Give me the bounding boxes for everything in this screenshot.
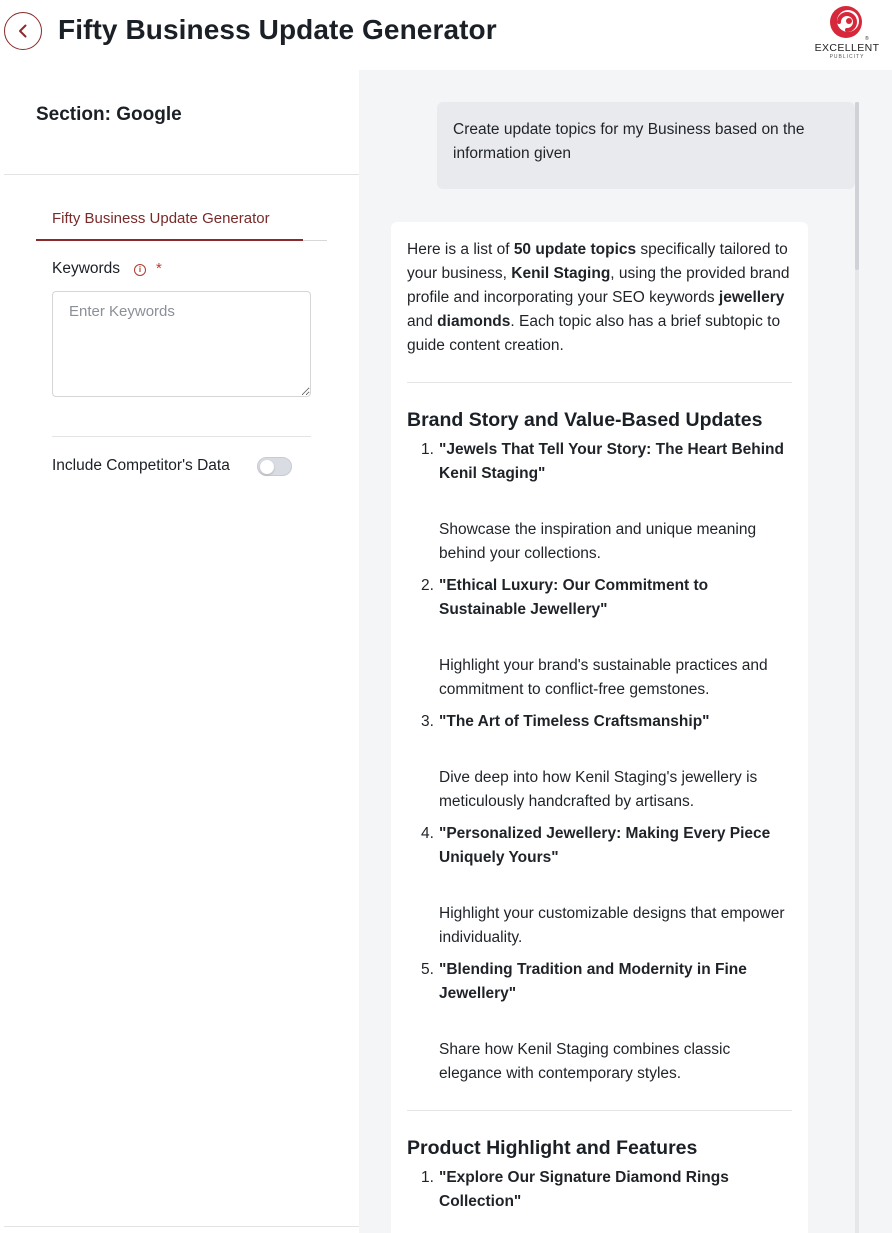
intro-emphasis: diamonds xyxy=(437,313,511,330)
topic-item: 2. "Ethical Luxury: Our Commitment to Sus… xyxy=(407,574,792,702)
scrollbar-thumb[interactable] xyxy=(855,102,859,270)
chevron-left-icon xyxy=(19,24,27,38)
scrollbar-track[interactable] xyxy=(855,102,859,1233)
required-marker: * xyxy=(156,260,162,277)
competitor-data-toggle[interactable] xyxy=(257,457,292,476)
user-message: Create update topics for my Business bas… xyxy=(437,102,855,189)
intro-emphasis: jewellery xyxy=(718,289,785,306)
topic-title: "The Art of Timeless Craftsmanship" xyxy=(439,713,710,730)
brand-logo: ® EXCELLENT PUBLICITY xyxy=(808,4,886,60)
svg-text:®: ® xyxy=(865,35,869,42)
logo-tagline: PUBLICITY xyxy=(829,54,865,60)
divider xyxy=(407,1110,792,1111)
assistant-response: Here is a list of 50 update topics speci… xyxy=(391,222,808,1233)
tab-label: Fifty Business Update Generator xyxy=(52,210,270,227)
page-title: Fifty Business Update Generator xyxy=(58,14,497,45)
topic-title: "Personalized Jewellery: Making Every Pi… xyxy=(439,825,771,866)
topic-item: 3. "The Art of Timeless Craftsmanship" Div… xyxy=(407,710,792,814)
logo-wordmark: EXCELLENT xyxy=(814,42,880,54)
topic-list: 1. "Jewels That Tell Your Story: The Hear… xyxy=(407,438,792,1086)
app-header: Fifty Business Update Generator ® EXCELL… xyxy=(0,0,892,70)
tab-bar-divider xyxy=(303,240,327,241)
form-panel: Section: Google Fifty Business Update Ge… xyxy=(0,70,359,1233)
topic-item: 5. "Blending Tradition and Modernity in F… xyxy=(407,958,792,1086)
intro-emphasis: Kenil Staging xyxy=(511,265,611,282)
divider xyxy=(52,436,311,437)
topic-description: Highlight your customizable designs that… xyxy=(439,905,785,946)
intro-emphasis: 50 update topics xyxy=(513,241,637,258)
info-icon[interactable]: i xyxy=(134,264,146,276)
toggle-knob xyxy=(260,460,274,474)
topic-description: Highlight your brand's sustainable pract… xyxy=(439,657,768,698)
topic-title: "Blending Tradition and Modernity in Fin… xyxy=(439,961,747,1002)
topic-item: 4. "Personalized Jewellery: Making Every … xyxy=(407,822,792,950)
topic-number: 4. xyxy=(421,825,434,842)
topic-list: 1. "Explore Our Signature Diamond Rings C… xyxy=(407,1166,792,1214)
swirl-logo-icon: ® xyxy=(830,6,869,42)
divider xyxy=(4,174,359,175)
intro-text: Here is a list of xyxy=(407,241,514,258)
intro-text: and xyxy=(407,313,438,330)
category-heading: Brand Story and Value-Based Updates xyxy=(407,409,763,431)
back-button[interactable] xyxy=(4,12,42,50)
topic-item: 1. "Explore Our Signature Diamond Rings C… xyxy=(407,1166,792,1214)
topic-title: "Ethical Luxury: Our Commitment to Susta… xyxy=(439,577,709,618)
category-heading: Product Highlight and Features xyxy=(407,1137,698,1159)
topic-number: 2. xyxy=(421,577,434,594)
topic-number: 1. xyxy=(421,1169,434,1186)
chat-panel: Create update topics for my Business bas… xyxy=(359,70,892,1233)
topic-number: 1. xyxy=(421,441,434,458)
keywords-label: Keywords xyxy=(52,260,121,277)
tab-fifty-business-update-generator[interactable]: Fifty Business Update Generator xyxy=(36,200,303,241)
topic-description: Showcase the inspiration and unique mean… xyxy=(439,521,757,562)
topic-categories: Brand Story and Value-Based Updates 1. "Je… xyxy=(407,409,792,1214)
topic-title: "Explore Our Signature Diamond Rings Col… xyxy=(439,1169,729,1210)
divider xyxy=(4,1226,359,1227)
topic-description: Share how Kenil Staging combines classic… xyxy=(439,1041,731,1082)
keywords-input[interactable] xyxy=(52,291,311,397)
response-intro: Here is a list of 50 update topics speci… xyxy=(407,238,792,358)
topic-number: 5. xyxy=(421,961,434,978)
section-title: Section: Google xyxy=(36,104,182,125)
topic-title: "Jewels That Tell Your Story: The Heart … xyxy=(439,441,784,482)
topic-description: Dive deep into how Kenil Staging's jewel… xyxy=(439,769,758,810)
topic-number: 3. xyxy=(421,713,434,730)
topic-item: 1. "Jewels That Tell Your Story: The Hear… xyxy=(407,438,792,566)
competitor-data-label: Include Competitor's Data xyxy=(52,457,230,474)
divider xyxy=(407,382,792,383)
